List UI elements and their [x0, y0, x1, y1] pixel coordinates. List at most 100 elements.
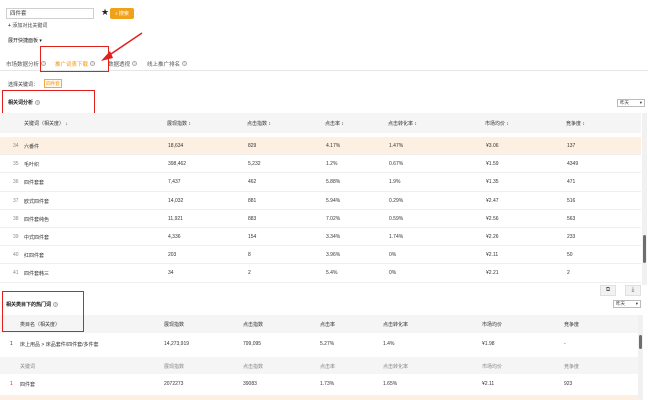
col-header-text: 展现指数 — [167, 121, 188, 127]
category-ctr: 5.27% — [320, 341, 335, 347]
download-button[interactable]: ⤓ — [625, 285, 641, 296]
kw-impressions: 2072273 — [164, 381, 184, 387]
subcol-clicks: 点击指数 — [243, 364, 264, 370]
table-row[interactable] — [0, 246, 641, 265]
row-clicks: 462 — [248, 179, 257, 186]
row-impressions: 34 — [168, 270, 174, 277]
kw-clicks: 39083 — [243, 381, 257, 387]
kw-ctr: 1.73% — [320, 381, 335, 387]
row-cvr: 1.9% — [389, 179, 401, 186]
col-header-price[interactable]: 市场均价 — [482, 321, 502, 328]
row-price: ¥2.47 — [486, 197, 499, 204]
star-icon[interactable]: ★ — [101, 7, 109, 17]
col-header-clicks[interactable]: 点击指数 — [243, 321, 263, 328]
col-header-cvr[interactable]: 点击转化率 ↕ — [388, 120, 417, 127]
row-cvr: 1.74% — [389, 234, 404, 240]
row-clicks: 154 — [248, 234, 257, 240]
row-keyword[interactable]: 欧式四件套 — [24, 198, 49, 205]
category-competition: - — [564, 341, 566, 347]
row-cvr: 0.29% — [389, 197, 404, 204]
table-row[interactable] — [0, 191, 641, 210]
hot-scrollbar[interactable] — [638, 315, 643, 400]
category-clicks: 799,095 — [243, 341, 262, 347]
row-keyword[interactable]: 六番件 — [24, 143, 39, 150]
sort-icon: ↕ — [582, 121, 585, 127]
row-ctr: 4.17% — [326, 143, 341, 149]
row-keyword[interactable]: 四件套纯色 — [24, 216, 49, 223]
hot-date-select[interactable]: 昨天 ▾ — [613, 300, 641, 308]
row-clicks: 881 — [248, 197, 257, 204]
keyword-chip[interactable]: 四件套 — [44, 79, 62, 88]
col-header-ctr[interactable]: 点击率 ↕ — [325, 120, 344, 127]
date-select-value: 昨天 — [620, 100, 629, 105]
search-input[interactable]: 四件套 — [6, 8, 94, 19]
row-keyword[interactable]: 中式四件套 — [24, 234, 49, 241]
col-header-keyword[interactable]: 关键词（相关度） ↓ — [24, 120, 68, 127]
subcol-price: 市场均价 — [482, 364, 503, 370]
col-header-text: 点击率 — [320, 322, 336, 328]
related-scrollbar-thumb[interactable] — [643, 235, 646, 263]
col-header-impressions[interactable]: 展现指数 — [164, 321, 184, 328]
tab-online-rank[interactable]: 线上推广排名 ? — [147, 57, 188, 70]
kw-name[interactable]: 四件套 — [20, 381, 35, 388]
copy-button[interactable]: ⧉ — [600, 285, 616, 296]
table-row[interactable] — [0, 228, 641, 247]
category-impressions: 14,273,919 — [164, 341, 190, 347]
row-competition: 137 — [567, 143, 576, 149]
category-name[interactable]: 床上用品 > 床品套件/四件套/多件套 — [20, 341, 98, 348]
row-ctr: 7.02% — [326, 215, 341, 222]
row-keyword[interactable]: 四件套套 — [24, 179, 44, 186]
sort-icon: ↕ — [341, 121, 344, 127]
row-cvr: 0% — [389, 270, 397, 277]
date-select[interactable]: 昨天 ▾ — [617, 99, 645, 107]
help-icon[interactable]: ? — [182, 61, 188, 66]
add-compare-link[interactable]: + 添加对比关键词 — [8, 22, 47, 29]
row-impressions: 11,921 — [168, 215, 183, 222]
table-row[interactable] — [0, 264, 641, 283]
col-header-clicks[interactable]: 点击指数 ↕ — [247, 120, 271, 127]
table-row[interactable] — [0, 209, 641, 228]
row-competition: 4349 — [567, 161, 579, 168]
annotation-box-hot — [2, 291, 84, 332]
kw-index: 1 — [10, 381, 13, 387]
table-row[interactable] — [0, 155, 641, 174]
caret-down-icon: ▾ — [639, 100, 642, 105]
row-price: ¥2.11 — [486, 252, 499, 259]
col-header-price[interactable]: 市场均价 ↕ — [485, 120, 509, 127]
row-ctr: 5.88% — [326, 179, 341, 186]
col-header-impressions[interactable]: 展现指数 ↕ — [167, 120, 191, 127]
caret-down-icon: ▾ — [39, 38, 42, 44]
search-button-label: 搜索 — [118, 11, 129, 17]
table-row[interactable] — [0, 173, 641, 192]
row-price: ¥1.35 — [486, 179, 499, 186]
kw-competition: 923 — [564, 381, 573, 387]
table-row[interactable] — [0, 137, 641, 156]
sort-icon: ↕ — [506, 121, 509, 127]
row-clicks: 8 — [248, 252, 251, 259]
hot-scrollbar-thumb[interactable] — [639, 335, 642, 349]
col-header-text: 点击率 — [325, 121, 341, 127]
row-clicks: 5,232 — [248, 161, 261, 168]
col-header-text: 竞争度 — [564, 322, 580, 328]
add-compare-label: 添加对比关键词 — [12, 23, 48, 29]
col-header-text: 市场均价 — [485, 121, 506, 127]
kw-price: ¥2.11 — [482, 381, 495, 387]
col-header-cvr[interactable]: 点击转化率 — [383, 321, 408, 328]
row-price: ¥2.26 — [486, 234, 499, 240]
sort-icon: ↕ — [414, 121, 417, 127]
row-impressions: 4,336 — [168, 234, 181, 240]
category-price: ¥1.98 — [482, 341, 495, 347]
row-impressions: 14,032 — [168, 197, 184, 204]
col-header-ctr[interactable]: 点击率 — [320, 321, 335, 328]
col-header-text: 市场均价 — [482, 322, 503, 328]
search-button[interactable]: ⌕ 搜索 — [110, 8, 134, 19]
row-keyword[interactable]: 红四件套 — [24, 252, 44, 259]
row-keyword[interactable]: 四件套韩三 — [24, 270, 49, 277]
expand-panel-toggle[interactable]: 展开快捷面板 ▾ — [8, 37, 42, 44]
row-competition: 50 — [567, 252, 573, 259]
subcol-keyword: 关键词 — [20, 364, 36, 370]
col-header-competition[interactable]: 竞争度 ↕ — [566, 120, 585, 127]
row-keyword[interactable]: 毛叶织 — [24, 161, 39, 168]
col-header-competition[interactable]: 竞争度 — [564, 321, 579, 328]
col-header-text: 竞争度 — [566, 121, 582, 127]
